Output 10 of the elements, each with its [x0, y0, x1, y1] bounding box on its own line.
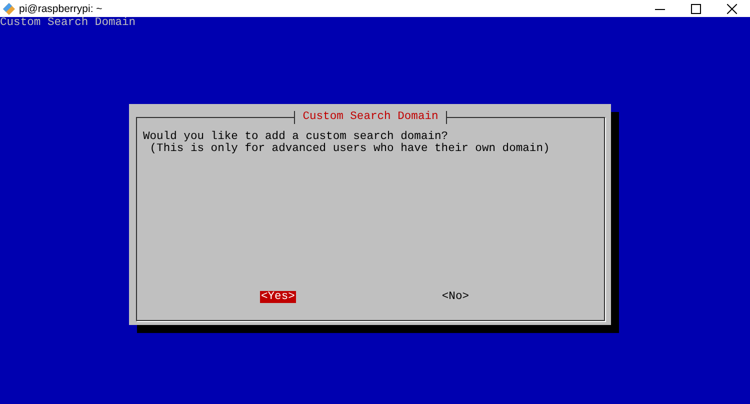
dialog-title: Custom Search Domain — [294, 111, 448, 124]
dialog-button[interactable]: <Yes> — [260, 291, 296, 303]
dialog-message: Would you like to add a custom search domain? — [143, 131, 448, 143]
close-icon — [727, 4, 737, 14]
window-title: pi@raspberrypi: ~ — [19, 2, 104, 14]
maximize-icon — [691, 4, 701, 14]
screen-heading: Custom Search Domain — [0, 17, 136, 29]
app-icon — [3, 2, 15, 14]
dialog-button[interactable]: <No> — [440, 291, 470, 303]
dialog-message: (This is only for advanced users who have their own domain) — [148, 143, 551, 155]
